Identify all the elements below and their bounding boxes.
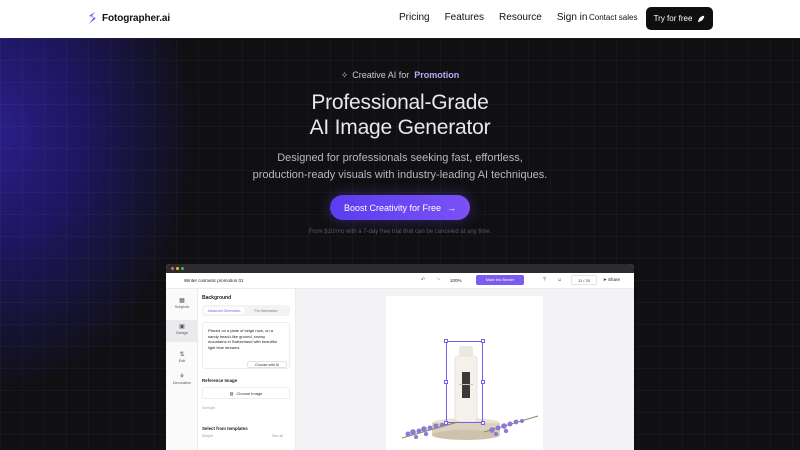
share-label: Share — [608, 277, 621, 282]
nav-link-pricing[interactable]: Pricing — [399, 12, 430, 23]
try-for-free-button[interactable]: Try for free — [646, 7, 713, 30]
hero-title-line2: AI Image Generator — [309, 116, 491, 139]
decoration-icon: ⚘ — [179, 374, 185, 380]
boost-creativity-button[interactable]: Boost Creativity for Free → — [330, 195, 470, 220]
design-icon: ▣ — [179, 324, 185, 330]
choose-ai-label: Choose with AI — [255, 362, 279, 367]
nav-link-sign-in[interactable]: Sign in — [557, 12, 588, 23]
redo-icon[interactable]: ↷ — [436, 277, 440, 283]
prompt-text: Placed on a plate of beige rock, on a sa… — [208, 328, 277, 350]
hero-subtitle: Designed for professionals seeking fast,… — [252, 152, 548, 181]
window-titlebar — [166, 264, 634, 273]
strength-label: Strength — [202, 406, 216, 410]
logo-icon — [89, 12, 96, 24]
hero-title: Professional-Grade AI Image Generator — [0, 90, 800, 140]
try-label: Try for free — [653, 14, 693, 23]
settings-panel: Background Advanced Generation Pro Gener… — [198, 289, 296, 450]
window-minimize-dot — [176, 267, 179, 270]
editor-toolbar: Winter cosmetic promotion 01 ↶ ↷ 100% Ma… — [166, 273, 634, 289]
sparkle-icon: ✧ — [340, 70, 349, 80]
eyebrow-highlight: Promotion — [414, 70, 460, 80]
nav-link-features[interactable]: Features — [445, 12, 484, 23]
hero-eyebrow: ✧ Creative AI for Promotion — [0, 70, 800, 81]
subjects-icon: ▦ — [179, 298, 185, 304]
sliders-icon: ⇅ — [179, 352, 185, 358]
undo-icon[interactable]: ↶ — [421, 277, 425, 283]
hero-title-line1: Professional-Grade — [311, 91, 489, 114]
panel-heading: Background — [202, 295, 232, 301]
templates-label: Select from templates — [202, 426, 248, 431]
rail-item-design[interactable]: ▣ Design — [166, 320, 198, 342]
brand-name: Fotographer.ai — [102, 12, 171, 24]
zoom-level[interactable]: 100% — [450, 278, 462, 283]
generation-tabs: Advanced Generation Pro Generation — [202, 305, 290, 316]
editor-canvas[interactable] — [296, 289, 634, 450]
reference-image-label: Reference Image — [202, 378, 238, 383]
rail-label-design: Design — [176, 331, 188, 335]
selection-box[interactable] — [444, 339, 485, 425]
image-icon: ▨ — [229, 390, 234, 396]
product-image-card — [386, 296, 543, 450]
rail-item-decoration[interactable]: ⚘ Decoration — [166, 373, 198, 393]
resize-handle[interactable] — [481, 339, 485, 343]
resize-handle[interactable] — [444, 339, 448, 343]
credits-value: 11 / 20 — [578, 277, 590, 283]
nav-link-resource[interactable]: Resource — [499, 12, 542, 23]
app-preview: Winter cosmetic promotion 01 ↶ ↷ 100% Ma… — [166, 264, 634, 450]
window-maximize-dot — [181, 267, 184, 270]
choose-with-ai-button[interactable]: Choose with AI — [247, 361, 287, 368]
resize-handle[interactable] — [444, 380, 448, 384]
brand-logo[interactable]: Fotographer.ai — [87, 11, 170, 25]
eyebrow-prefix: Creative AI for — [352, 70, 410, 80]
window-close-dot — [171, 267, 174, 270]
lavender-left — [401, 421, 459, 439]
rail-item-edit[interactable]: ⇅ Edit — [166, 351, 198, 371]
help-icon[interactable]: ? — [543, 277, 546, 283]
prompt-textarea[interactable]: Placed on a plate of beige rock, on a sa… — [202, 322, 290, 369]
arrow-right-icon: → — [447, 202, 457, 213]
rail-label-decoration: Decoration — [172, 381, 192, 385]
choose-image-label: Choose Image — [236, 390, 263, 396]
make-into-banner-button[interactable]: Make into Banner — [476, 275, 524, 285]
lavender-right — [483, 415, 539, 437]
rail-item-subjects[interactable]: ▦ Subjects — [166, 297, 198, 317]
contact-sales-link[interactable]: Contact sales — [589, 13, 637, 22]
tab-pro-generation[interactable]: Pro Generation — [248, 307, 284, 314]
pricing-note: From $10/mo with a 7-day free trial that… — [308, 229, 492, 235]
tool-rail: ▦ Subjects ▣ Design ⇅ Edit ⚘ Decoration — [166, 289, 198, 450]
simple-label: Simple — [202, 434, 213, 438]
rail-label-subjects: Subjects — [174, 305, 190, 309]
tab-advanced-generation[interactable]: Advanced Generation — [204, 307, 244, 314]
hero-section: ✧ Creative AI for Promotion Professional-… — [0, 38, 800, 450]
rail-label-edit: Edit — [178, 359, 186, 363]
see-all-link[interactable]: See all — [272, 434, 283, 438]
project-title[interactable]: Winter cosmetic promotion 01 — [184, 278, 244, 283]
resize-handle[interactable] — [481, 380, 485, 384]
choose-image-button[interactable]: ▨ Choose Image — [202, 387, 290, 399]
user-icon[interactable]: ☺ — [557, 277, 562, 283]
cta-label: Boost Creativity for Free — [343, 202, 442, 213]
rocket-icon — [698, 15, 705, 22]
nav-links: Pricing Features Resource Sign in — [399, 12, 602, 23]
share-button[interactable]: ➤ Share — [603, 277, 620, 283]
credits-counter: 11 / 20 — [571, 275, 597, 285]
top-nav: Fotographer.ai Pricing Features Resource… — [0, 0, 800, 38]
banner-button-label: Make into Banner — [485, 278, 515, 282]
